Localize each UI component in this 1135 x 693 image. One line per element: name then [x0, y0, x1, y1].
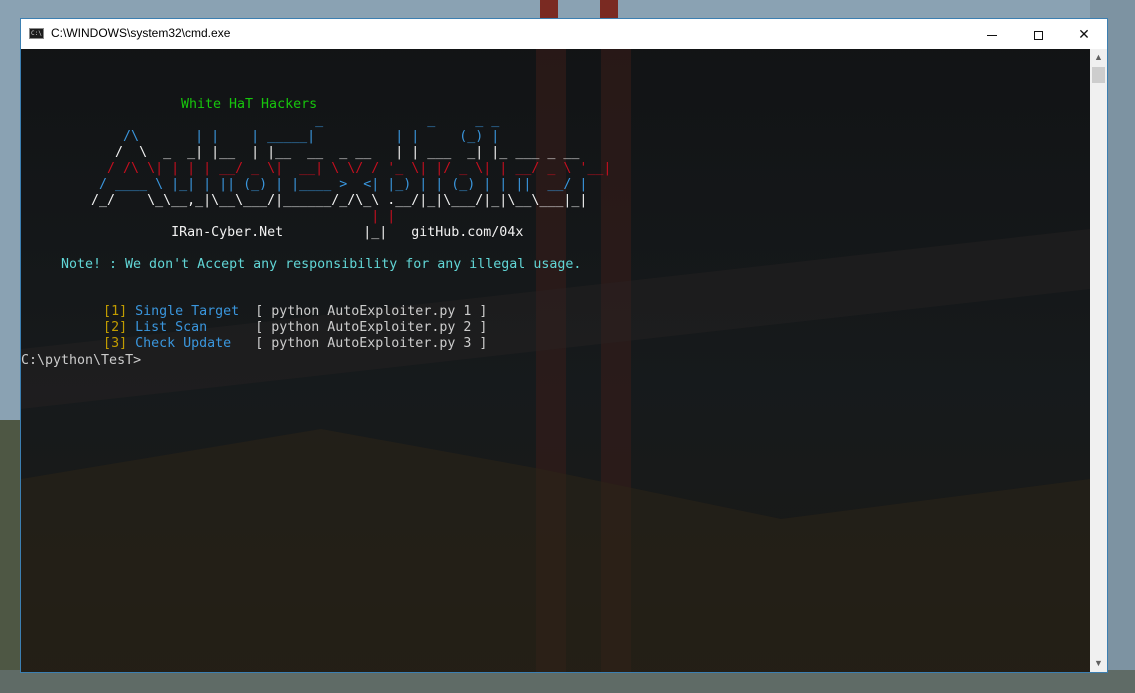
banner-line-7: | | [43, 209, 396, 224]
command-prompt[interactable]: C:\python\TesT> [21, 353, 141, 368]
scroll-down-arrow-icon[interactable]: ▼ [1090, 655, 1107, 672]
cmd-app-icon[interactable]: C:\ [29, 28, 44, 39]
maximize-icon [1033, 30, 1043, 40]
maximize-button[interactable] [1015, 19, 1061, 49]
close-icon: ✕ [1078, 26, 1090, 42]
disclaimer-note: Note! : We don't Accept any responsibili… [61, 257, 582, 272]
menu-command: [ python AutoExploiter.py 3 ] [255, 336, 488, 351]
window-title: C:\WINDOWS\system32\cmd.exe [51, 26, 231, 40]
banner-line-4: / /\ \| | | | __/ _ \| __| \ \/ / '_ \| … [43, 161, 612, 176]
vertical-scrollbar[interactable]: ▲ ▼ [1090, 49, 1107, 672]
banner-line-3: / \ _ _| |__ | |__ __ _ __ | | ___ _| |_… [43, 145, 580, 160]
minimize-button[interactable] [969, 19, 1015, 49]
menu-bracket-open: [ [103, 336, 112, 351]
menu-label: Check Update [135, 336, 240, 351]
banner-line-5: / ____ \ |_| | || (_) | |____ > <| |_) |… [43, 177, 588, 192]
menu-bracket-close: ] [119, 336, 128, 351]
console-output[interactable]: White HaT Hackers _ _ _ _ /\ | | | _____… [21, 49, 1090, 672]
title-bar[interactable]: C:\ C:\WINDOWS\system32\cmd.exe ✕ [21, 19, 1107, 49]
banner-line-2: /\ | | | _____| | | (_) | [43, 129, 500, 144]
cmd-window[interactable]: C:\ C:\WINDOWS\system32\cmd.exe ✕ White … [20, 18, 1108, 673]
banner-line-6: /_/ \_\__,_|\__\___/|______/_/\_\ .__/|_… [43, 193, 588, 208]
scroll-thumb[interactable] [1092, 67, 1105, 83]
scroll-up-arrow-icon[interactable]: ▲ [1090, 49, 1107, 66]
close-button[interactable]: ✕ [1061, 19, 1107, 49]
menu-number: 3 [111, 336, 120, 351]
banner-line-8: IRan-Cyber.Net |_| gitHub.com/04x [43, 225, 524, 240]
banner-line-1: _ _ _ _ [43, 113, 500, 128]
tagline: White HaT Hackers [181, 97, 318, 112]
minimize-icon [987, 34, 997, 36]
